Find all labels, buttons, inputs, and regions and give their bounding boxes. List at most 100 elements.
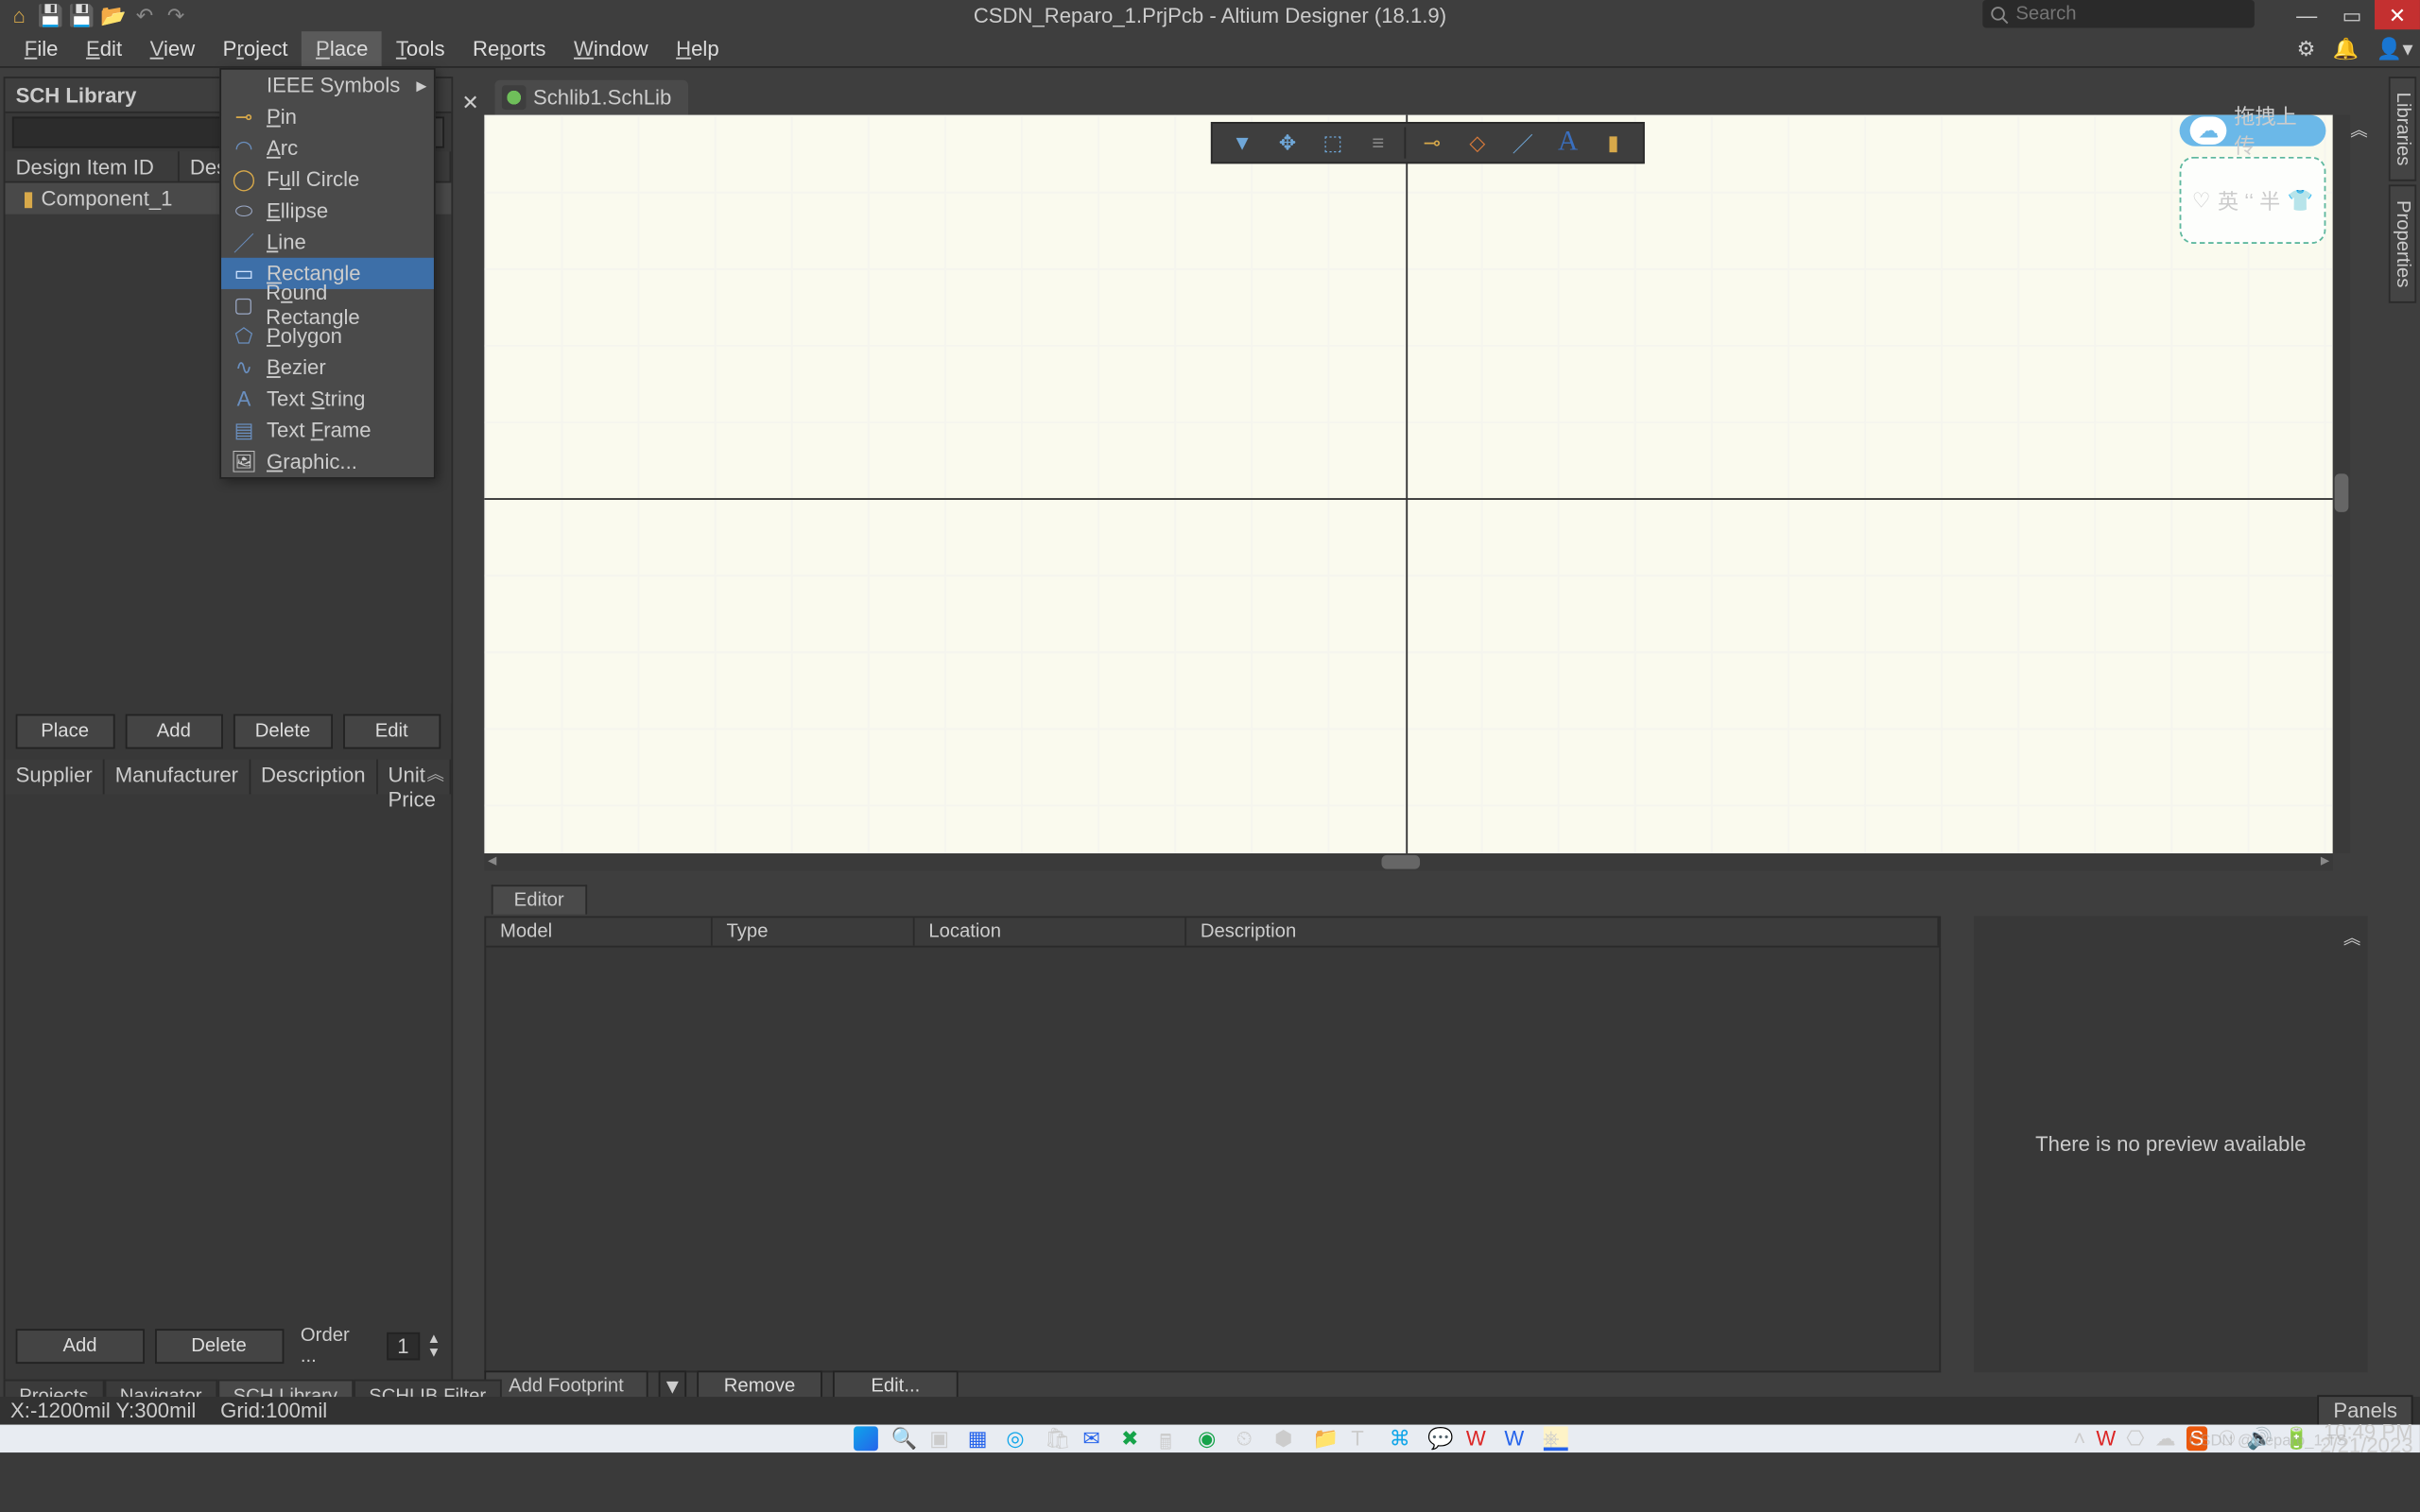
editor-tab[interactable]: Editor: [492, 885, 587, 914]
order-value[interactable]: 1: [386, 1332, 420, 1360]
place-part-icon[interactable]: ▮: [1591, 124, 1636, 163]
save-all-icon[interactable]: 💾: [70, 3, 95, 27]
menu-tools[interactable]: Tools: [382, 30, 458, 65]
col-sup-description[interactable]: Description: [251, 760, 378, 795]
bell-icon[interactable]: 🔔: [2333, 36, 2360, 60]
search-input[interactable]: [2015, 4, 2224, 25]
menu-full-circle[interactable]: ◯Full Circle: [221, 163, 434, 195]
hscroll-right-icon[interactable]: ▸: [2321, 851, 2329, 870]
word-icon[interactable]: W: [1504, 1426, 1529, 1451]
altium-task-icon[interactable]: ⎈: [1543, 1426, 1567, 1451]
col-type[interactable]: Type: [713, 918, 915, 945]
col-supplier[interactable]: Supplier: [6, 760, 105, 795]
sticker-card[interactable]: ♡英 ʻʻ 半👕: [2180, 157, 2326, 244]
canvas-hscroll[interactable]: ◂ ▸: [484, 853, 2332, 870]
collapse-preview-icon[interactable]: ︽: [2343, 923, 2360, 950]
place-button[interactable]: Place: [16, 714, 114, 749]
menu-bezier[interactable]: ∿Bezier: [221, 352, 434, 383]
place-line-icon[interactable]: ／: [1500, 124, 1546, 163]
whatsapp-icon[interactable]: ◉: [1198, 1426, 1222, 1451]
sup-add-button[interactable]: Add: [16, 1329, 145, 1364]
search-box[interactable]: [1982, 0, 2255, 27]
xbox-icon[interactable]: ✖: [1121, 1426, 1146, 1451]
menu-polygon[interactable]: ⬠Polygon: [221, 320, 434, 352]
widgets-icon[interactable]: ▦: [968, 1426, 993, 1451]
move-icon[interactable]: ✥: [1265, 124, 1310, 163]
schematic-canvas[interactable]: [484, 115, 2332, 853]
col-design-id[interactable]: Design Item ID: [6, 151, 180, 180]
add-button[interactable]: Add: [125, 714, 223, 749]
menu-text-frame[interactable]: ▤Text Frame: [221, 415, 434, 446]
clock-icon[interactable]: ⏲: [1236, 1426, 1261, 1451]
gear-icon[interactable]: ⚙: [2297, 36, 2316, 60]
menu-place[interactable]: Place: [302, 30, 382, 65]
mail-icon[interactable]: ✉: [1082, 1426, 1107, 1451]
hex-icon[interactable]: ⬢: [1274, 1426, 1299, 1451]
menu-arc[interactable]: ◠Arc: [221, 132, 434, 163]
menu-window[interactable]: Window: [560, 30, 662, 65]
baidu-icon[interactable]: ⌘: [1390, 1426, 1414, 1451]
start-icon[interactable]: [853, 1426, 877, 1451]
hscroll-left-icon[interactable]: ◂: [488, 851, 496, 870]
menu-ieee-symbols[interactable]: IEEE Symbols▸: [221, 70, 434, 101]
save-icon[interactable]: 💾: [39, 3, 63, 27]
place-pin-icon[interactable]: ⊸: [1409, 124, 1455, 163]
redo-icon[interactable]: ↷: [164, 3, 188, 27]
model-list[interactable]: [484, 948, 1941, 1373]
maximize-button[interactable]: ▭: [2329, 0, 2375, 29]
menu-help[interactable]: Help: [662, 30, 733, 65]
collapse-canvas-icon[interactable]: ︽: [2350, 115, 2367, 142]
text-app-icon[interactable]: T: [1351, 1426, 1375, 1451]
explorer-icon[interactable]: 📁: [1313, 1426, 1338, 1451]
dock-libraries[interactable]: Libraries: [2389, 77, 2416, 181]
tray-lang-icon[interactable]: W: [2096, 1426, 2116, 1451]
wps-icon[interactable]: W: [1466, 1426, 1491, 1451]
dock-properties[interactable]: Properties: [2389, 185, 2416, 304]
taskview-icon[interactable]: ▣: [929, 1426, 954, 1451]
minimize-button[interactable]: —: [2284, 0, 2329, 29]
col-model[interactable]: Model: [486, 918, 713, 945]
menu-file[interactable]: File: [10, 30, 72, 65]
delete-button[interactable]: Delete: [233, 714, 332, 749]
place-rect-icon[interactable]: ◇: [1455, 124, 1500, 163]
sup-delete-button[interactable]: Delete: [155, 1329, 284, 1364]
menu-project[interactable]: Project: [209, 30, 302, 65]
open-icon[interactable]: 📂: [101, 3, 126, 27]
select-rect-icon[interactable]: ⬚: [1310, 124, 1356, 163]
col-manufacturer[interactable]: Manufacturer: [105, 760, 251, 795]
undo-icon[interactable]: ↶: [132, 3, 157, 27]
close-button[interactable]: ✕: [2375, 0, 2420, 29]
search-task-icon[interactable]: 🔍: [891, 1426, 916, 1451]
menu-reports[interactable]: Reports: [458, 30, 560, 65]
store-icon[interactable]: 🛍: [1045, 1426, 1069, 1451]
place-text-icon[interactable]: A: [1546, 124, 1591, 163]
vscroll-thumb[interactable]: [2335, 473, 2349, 512]
menu-text-string[interactable]: AText String: [221, 383, 434, 414]
align-icon[interactable]: ≡: [1356, 124, 1401, 163]
spin-arrows[interactable]: ▲▼: [427, 1332, 441, 1360]
tray-cloud-icon[interactable]: ☁: [2155, 1426, 2176, 1451]
menu-edit[interactable]: Edit: [72, 30, 136, 65]
edge-icon[interactable]: ◎: [1006, 1426, 1030, 1451]
tab-close-icon[interactable]: ✕: [457, 91, 484, 115]
tab-schlib[interactable]: Schlib1.SchLib: [494, 80, 688, 115]
calc-icon[interactable]: 🖩: [1160, 1426, 1184, 1451]
cloud-upload-button[interactable]: ☁ 拖拽上传: [2180, 115, 2326, 146]
menu-graphic[interactable]: 🖼Graphic...: [221, 446, 434, 477]
collapse-icon[interactable]: ︽: [427, 760, 444, 786]
canvas-vscroll[interactable]: [2333, 115, 2350, 853]
user-icon[interactable]: 👤▾: [2377, 36, 2413, 60]
filter-icon[interactable]: ▼: [1219, 124, 1265, 163]
tray-chevron-icon[interactable]: ˄: [2073, 1426, 2085, 1451]
tray-ime-icon[interactable]: ⎔: [2126, 1426, 2144, 1451]
hscroll-thumb[interactable]: [1381, 855, 1420, 869]
wechat-icon[interactable]: 💬: [1427, 1426, 1452, 1451]
col-desc[interactable]: Description: [1186, 918, 1939, 945]
menu-ellipse[interactable]: ⬭Ellipse: [221, 195, 434, 226]
menu-round-rectangle[interactable]: ▢Round Rectangle: [221, 289, 434, 320]
edit-button[interactable]: Edit: [342, 714, 441, 749]
menu-view[interactable]: View: [136, 30, 209, 65]
menu-pin[interactable]: ⊸Pin: [221, 101, 434, 132]
menu-line[interactable]: ／Line: [221, 227, 434, 258]
col-location[interactable]: Location: [915, 918, 1187, 945]
